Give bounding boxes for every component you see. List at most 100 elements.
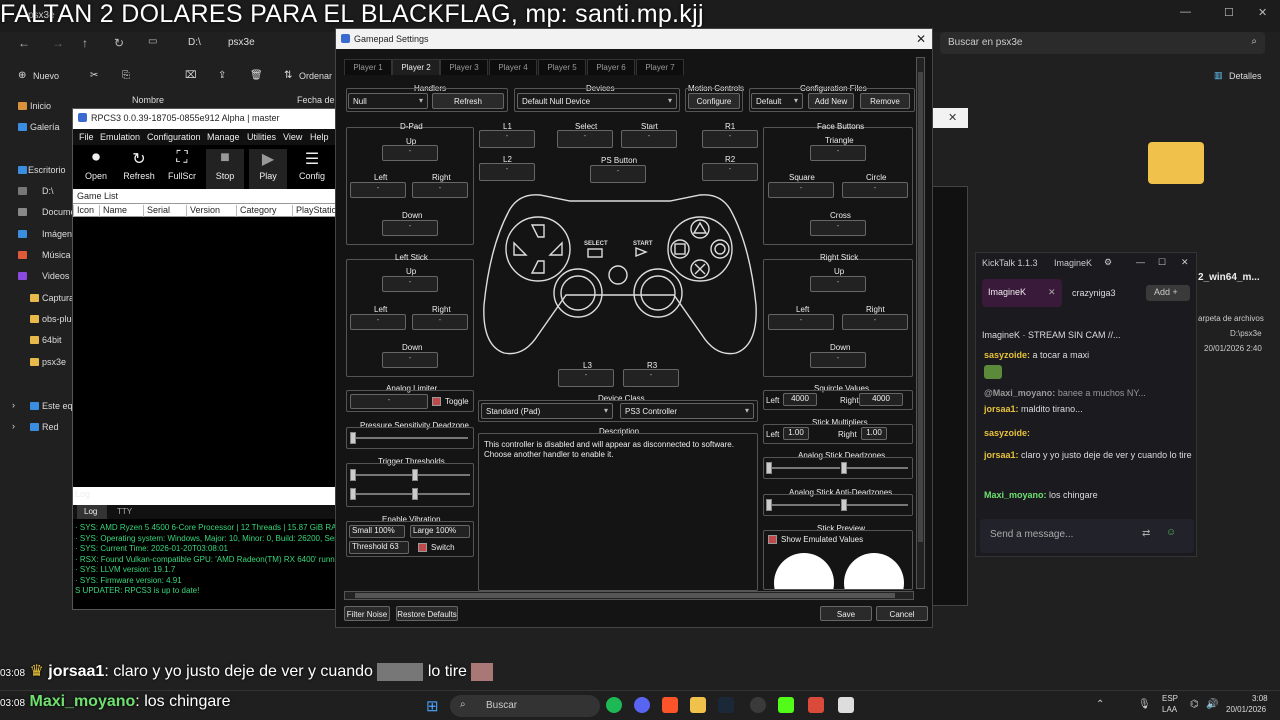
- new-button[interactable]: Nuevo: [33, 71, 59, 81]
- switch-checkbox[interactable]: [418, 543, 427, 552]
- tab-player-5[interactable]: Player 5: [538, 59, 586, 75]
- slider-handle[interactable]: [350, 432, 356, 444]
- nav-item[interactable]: Red: [42, 422, 59, 432]
- add-new-button[interactable]: Add New: [808, 93, 854, 109]
- column-category[interactable]: Category: [236, 205, 277, 217]
- gear-icon[interactable]: ⚙: [1104, 257, 1112, 268]
- windows-start-icon[interactable]: ⊞: [426, 697, 439, 715]
- filter-noise-button[interactable]: Filter Noise: [344, 606, 390, 621]
- tab-player-2[interactable]: Player 2: [392, 59, 440, 75]
- app-icon[interactable]: [808, 697, 824, 713]
- trigger-left-slider-2[interactable]: [354, 493, 412, 495]
- anti-deadzone-right-slider[interactable]: [844, 504, 908, 506]
- file-explorer-icon[interactable]: [690, 697, 706, 713]
- trigger-left-slider[interactable]: [354, 474, 412, 476]
- brave-icon[interactable]: [662, 697, 678, 713]
- l3-binding[interactable]: -: [558, 369, 614, 387]
- volume-icon[interactable]: 🔊: [1206, 699, 1218, 710]
- menu-help[interactable]: Help: [310, 132, 329, 142]
- nav-item[interactable]: Videos: [42, 271, 69, 281]
- handler-select[interactable]: Null: [348, 93, 428, 109]
- minimize-icon[interactable]: —: [1136, 257, 1145, 267]
- delete-icon[interactable]: 🗑: [250, 70, 263, 81]
- triangle-binding[interactable]: -: [810, 145, 866, 161]
- game-list[interactable]: [73, 217, 335, 487]
- column-version[interactable]: Version: [186, 205, 220, 217]
- chat-input[interactable]: Send a message... ⇄ ☺: [980, 519, 1194, 553]
- large-vibration-spinbox[interactable]: Large 100%: [410, 525, 470, 538]
- tab-chat[interactable]: crazyniga3: [1072, 288, 1116, 298]
- ps-button-binding[interactable]: -: [590, 165, 646, 183]
- left-stick-right-binding[interactable]: -: [412, 314, 468, 330]
- dpad-down-binding[interactable]: -: [382, 220, 438, 236]
- start-binding[interactable]: -: [621, 130, 677, 148]
- nav-item[interactable]: Escritorio: [28, 165, 66, 175]
- kick-icon[interactable]: [778, 697, 794, 713]
- right-stick-up-binding[interactable]: -: [810, 276, 866, 292]
- up-icon[interactable]: ↑: [82, 36, 88, 50]
- column-icon[interactable]: Icon: [73, 205, 94, 217]
- deadzone-left-slider[interactable]: [770, 467, 840, 469]
- taskbar-search[interactable]: Buscar ⌕: [450, 695, 600, 717]
- left-stick-left-binding[interactable]: -: [350, 314, 406, 330]
- play-button[interactable]: ▶ Play: [249, 149, 287, 189]
- select-binding[interactable]: -: [557, 130, 613, 148]
- show-emulated-checkbox[interactable]: [768, 535, 777, 544]
- right-stick-right-binding[interactable]: -: [842, 314, 908, 330]
- multiplier-left-spinbox[interactable]: 1.00: [783, 427, 809, 440]
- threshold-spinbox[interactable]: Threshold 63: [349, 541, 409, 554]
- menu-view[interactable]: View: [283, 132, 302, 142]
- configure-button[interactable]: Configure: [688, 93, 740, 109]
- r2-binding[interactable]: -: [702, 163, 758, 181]
- chevron-right-icon[interactable]: ›: [12, 400, 15, 410]
- pressure-slider[interactable]: [354, 437, 468, 439]
- refresh-icon[interactable]: ↻: [114, 36, 124, 50]
- back-icon[interactable]: ←: [18, 36, 30, 50]
- forward-icon[interactable]: →: [52, 36, 64, 50]
- tab-player-4[interactable]: Player 4: [489, 59, 537, 75]
- l2-binding[interactable]: -: [479, 163, 535, 181]
- trigger-right-slider[interactable]: [416, 474, 470, 476]
- copy-icon[interactable]: ⎘: [122, 70, 130, 81]
- file-name[interactable]: 2_win64_m...: [1198, 272, 1260, 283]
- slider-handle[interactable]: [350, 488, 356, 500]
- left-stick-down-binding[interactable]: -: [382, 352, 438, 368]
- folder-icon[interactable]: [1148, 142, 1204, 184]
- slider-handle[interactable]: [841, 499, 847, 511]
- trigger-right-slider-2[interactable]: [416, 493, 470, 495]
- tab-player-1[interactable]: Player 1: [344, 59, 392, 75]
- sort-button[interactable]: Ordenar: [299, 71, 332, 81]
- toggle-checkbox[interactable]: [432, 397, 441, 406]
- dpad-up-binding[interactable]: -: [382, 145, 438, 161]
- maximize-icon[interactable]: ☐: [1224, 6, 1234, 19]
- nav-item[interactable]: psx3e: [42, 357, 66, 367]
- translate-icon[interactable]: ⇄: [1142, 528, 1150, 539]
- menu-utilities[interactable]: Utilities: [247, 132, 276, 142]
- analog-limiter-binding[interactable]: -: [350, 394, 428, 409]
- refresh-button[interactable]: Refresh: [432, 93, 504, 109]
- refresh-button[interactable]: ↻ Refresh: [120, 149, 158, 181]
- explorer-search-input[interactable]: Buscar en psx3e ⌕: [940, 32, 1265, 54]
- multiplier-right-spinbox[interactable]: 1.00: [861, 427, 887, 440]
- nav-item[interactable]: Inicio: [30, 101, 51, 111]
- slider-handle[interactable]: [766, 499, 772, 511]
- maximize-icon[interactable]: ☐: [1158, 257, 1166, 268]
- breadcrumb-drive[interactable]: D:\: [188, 37, 201, 48]
- tab-tty[interactable]: TTY: [117, 507, 132, 516]
- minimize-icon[interactable]: —: [1180, 6, 1191, 18]
- vertical-scrollbar[interactable]: [916, 57, 925, 589]
- mic-icon[interactable]: 🎙: [1138, 699, 1151, 710]
- horizontal-scrollbar[interactable]: [344, 591, 914, 600]
- column-serial[interactable]: Serial: [143, 205, 170, 217]
- r1-binding[interactable]: -: [702, 130, 758, 148]
- tab-log[interactable]: Log: [77, 505, 107, 519]
- slider-handle[interactable]: [412, 488, 418, 500]
- spotify-icon[interactable]: [606, 697, 622, 713]
- column-name[interactable]: Name: [99, 205, 127, 217]
- tab-player-3[interactable]: Player 3: [440, 59, 488, 75]
- add-chat-button[interactable]: Add +: [1146, 285, 1190, 301]
- chevron-right-icon[interactable]: ›: [12, 421, 15, 431]
- menu-file[interactable]: File: [79, 132, 94, 142]
- fullscreen-button[interactable]: ⛶ FullScr: [163, 149, 201, 181]
- details-button[interactable]: Detalles: [1229, 71, 1262, 81]
